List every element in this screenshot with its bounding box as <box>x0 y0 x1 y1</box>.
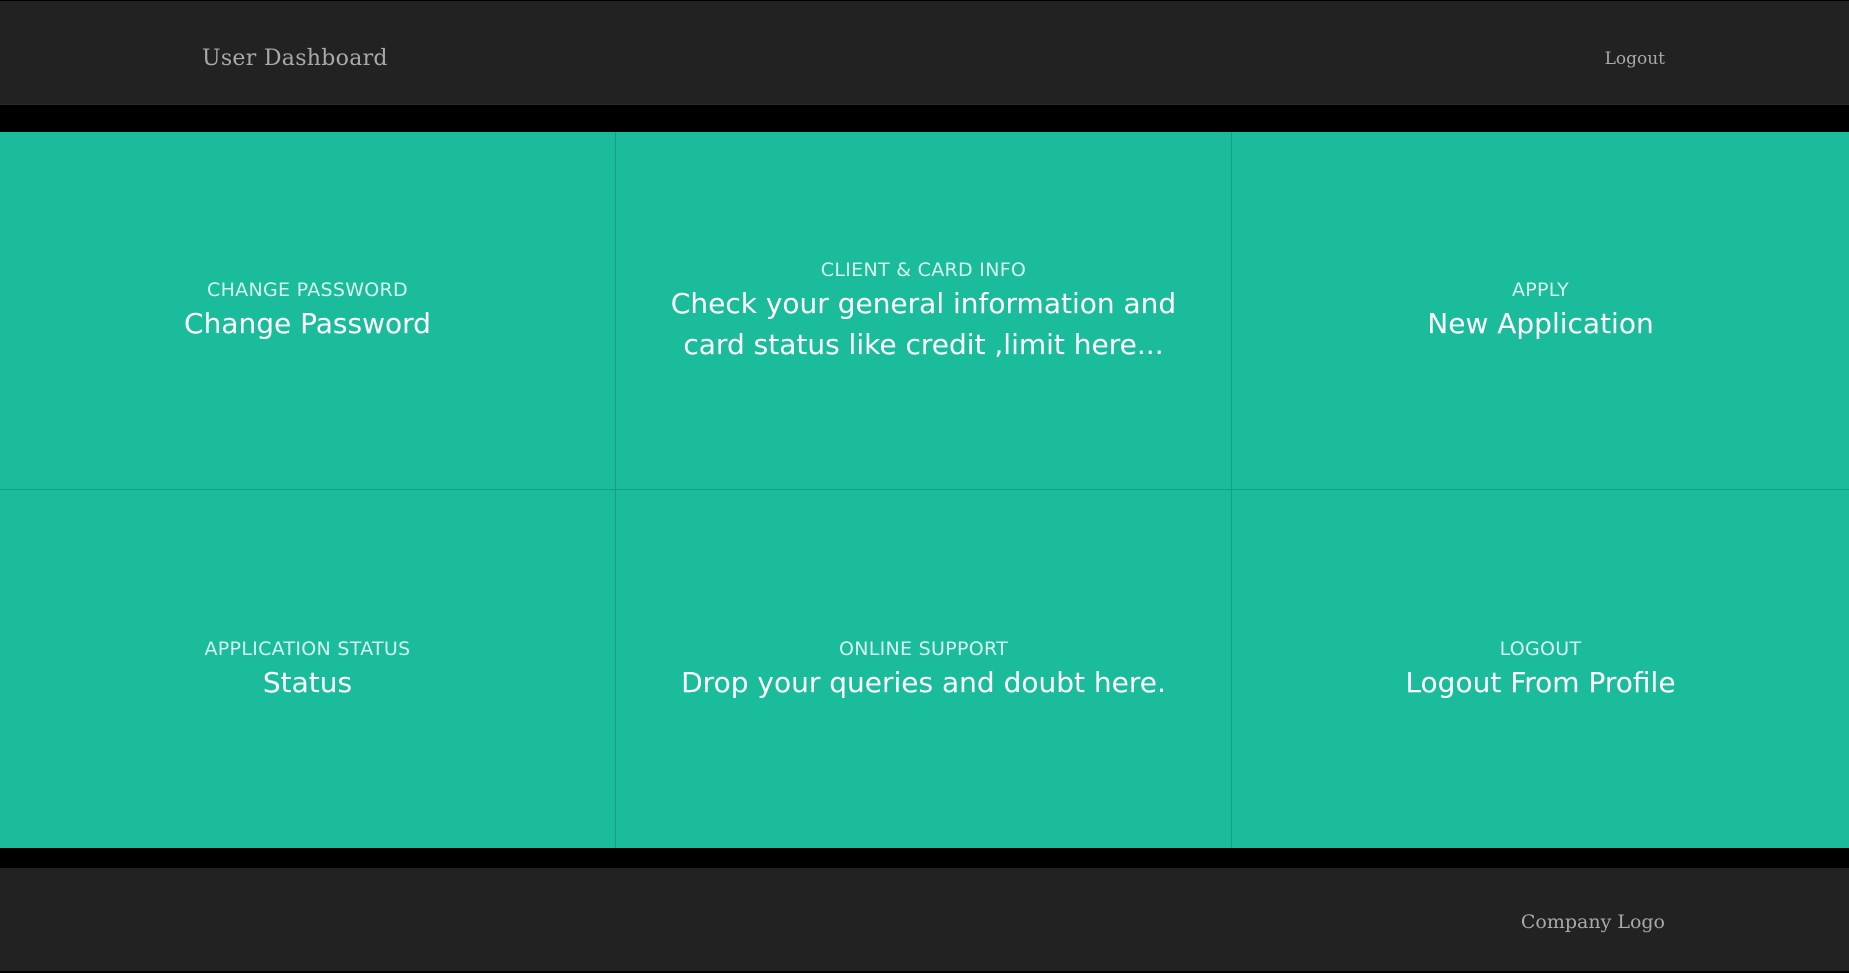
top-navbar: User Dashboard Logout <box>0 1 1849 105</box>
brand-link[interactable]: User Dashboard <box>202 45 388 73</box>
tile-label: CHANGE PASSWORD <box>207 279 408 301</box>
tile-client-card-info[interactable]: CLIENT & CARD INFO Check your general in… <box>616 132 1232 490</box>
tile-apply[interactable]: APPLY New Application <box>1232 132 1849 490</box>
footer: Company Logo <box>0 868 1849 971</box>
tile-label: CLIENT & CARD INFO <box>820 258 1027 281</box>
tile-description: Status <box>262 665 353 699</box>
tile-label: APPLY <box>1511 279 1570 301</box>
tile-label: LOGOUT <box>1499 637 1582 660</box>
header-logout-link[interactable]: Logout <box>1605 48 1665 70</box>
tile-online-support[interactable]: ONLINE SUPPORT Drop your queries and dou… <box>616 490 1232 848</box>
tile-description: Drop your queries and doubt here. <box>681 665 1166 699</box>
tile-description: Check your general information and card … <box>670 286 1177 361</box>
tile-description: New Application <box>1427 307 1654 340</box>
tile-label: ONLINE SUPPORT <box>838 637 1009 660</box>
tile-description: Logout From Profile <box>1405 665 1676 699</box>
company-logo: Company Logo <box>1520 911 1665 933</box>
tile-description: Change Password <box>184 307 431 340</box>
dashboard-page: User Dashboard Logout CHANGE PASSWORD Ch… <box>0 0 1849 973</box>
tile-logout[interactable]: LOGOUT Logout From Profile <box>1232 490 1849 848</box>
tile-label: APPLICATION STATUS <box>204 637 411 660</box>
tile-change-password[interactable]: CHANGE PASSWORD Change Password <box>0 132 616 490</box>
tile-application-status[interactable]: APPLICATION STATUS Status <box>0 490 616 848</box>
dashboard-tile-grid: CHANGE PASSWORD Change Password CLIENT &… <box>0 132 1849 848</box>
